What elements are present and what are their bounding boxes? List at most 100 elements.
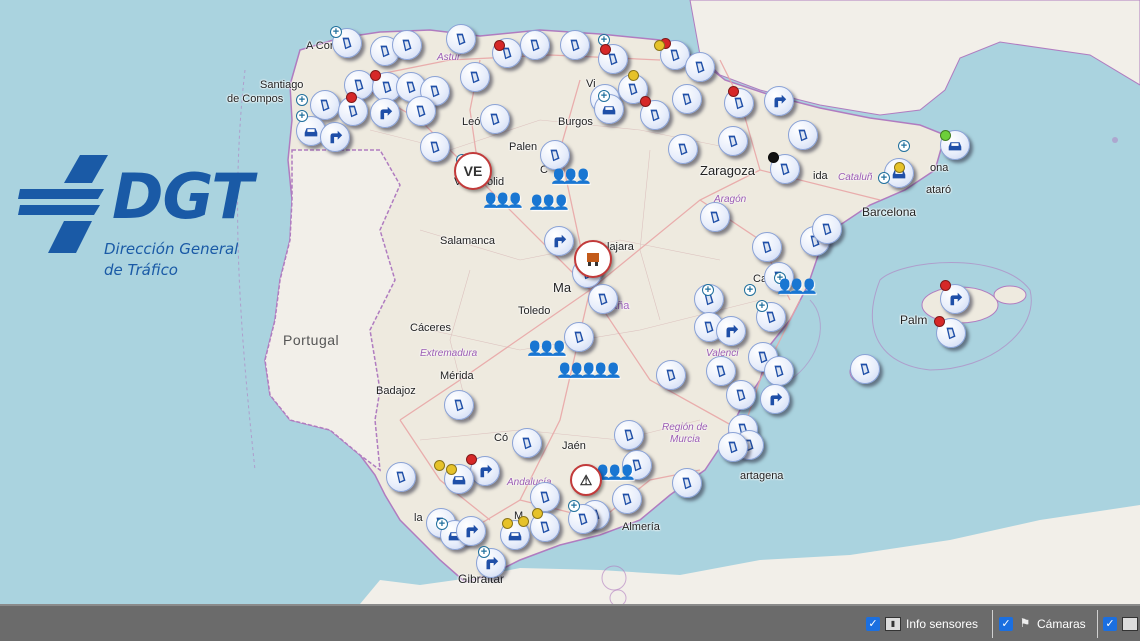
- country-label-portugal: Portugal: [283, 332, 340, 348]
- camera-marker[interactable]: [406, 96, 436, 126]
- camera-marker[interactable]: [850, 354, 880, 384]
- logo-subtitle-line1: Dirección General: [104, 240, 239, 258]
- medical-cross-icon: +: [330, 26, 342, 38]
- medical-cross-icon: +: [702, 284, 714, 296]
- status-pin[interactable]: [934, 316, 945, 327]
- region-label: Murcia: [670, 434, 701, 445]
- route-marker[interactable]: [544, 226, 574, 256]
- checkbox-icon[interactable]: ✓: [999, 617, 1013, 631]
- camera-marker[interactable]: [560, 30, 590, 60]
- camera-marker[interactable]: [672, 468, 702, 498]
- camera-marker[interactable]: [460, 62, 490, 92]
- camera-marker[interactable]: [706, 356, 736, 386]
- checkbox-icon[interactable]: ✓: [866, 617, 880, 631]
- people-cluster-icon[interactable]: 👤👤👤: [482, 192, 524, 209]
- camera-marker[interactable]: [668, 134, 698, 164]
- camera-marker[interactable]: [420, 132, 450, 162]
- people-cluster-icon[interactable]: 👤👤👤: [528, 194, 570, 211]
- status-pin[interactable]: [532, 508, 543, 519]
- roadworks-ring-marker[interactable]: [574, 240, 612, 278]
- status-pin[interactable]: [446, 464, 457, 475]
- medical-cross-icon: +: [296, 94, 308, 106]
- status-pin[interactable]: [628, 70, 639, 81]
- medical-cross-icon: +: [898, 140, 910, 152]
- camera-marker[interactable]: [512, 428, 542, 458]
- camera-marker[interactable]: [564, 322, 594, 352]
- separator: [1097, 610, 1098, 638]
- camera-marker[interactable]: [656, 360, 686, 390]
- camera-icon: ⚑: [1019, 616, 1031, 630]
- toggle-layer[interactable]: ✓: [1103, 614, 1140, 634]
- camera-marker[interactable]: [480, 104, 510, 134]
- status-pin[interactable]: [518, 516, 529, 527]
- toggle-label: Cámaras: [1037, 617, 1086, 631]
- route-marker[interactable]: [320, 122, 350, 152]
- bottom-toolbar: ✓ ▮ Info sensores ✓ ⚑ Cámaras ✓: [0, 604, 1140, 641]
- logo-subtitle-line2: de Tráfico: [104, 261, 178, 279]
- status-pin[interactable]: [434, 460, 445, 471]
- camera-marker[interactable]: [444, 390, 474, 420]
- layer-icon: [1122, 617, 1138, 631]
- medical-cross-icon: +: [478, 546, 490, 558]
- camera-marker[interactable]: [752, 232, 782, 262]
- medical-cross-icon: +: [568, 500, 580, 512]
- medical-cross-icon: +: [744, 284, 756, 296]
- status-pin[interactable]: [940, 280, 951, 291]
- camera-marker[interactable]: [718, 432, 748, 462]
- dgt-logo-text: DGT: [112, 160, 254, 233]
- camera-marker[interactable]: [392, 30, 422, 60]
- camera-marker[interactable]: [386, 462, 416, 492]
- camera-marker[interactable]: [612, 484, 642, 514]
- incident-ring-marker[interactable]: VE: [454, 152, 492, 190]
- region-label: Región de: [662, 422, 708, 433]
- toggle-label: Info sensores: [906, 617, 979, 631]
- camera-marker[interactable]: [685, 52, 715, 82]
- status-pin[interactable]: [894, 162, 905, 173]
- camera-marker[interactable]: [588, 284, 618, 314]
- status-pin[interactable]: [600, 44, 611, 55]
- route-marker[interactable]: [370, 98, 400, 128]
- camera-marker[interactable]: [812, 214, 842, 244]
- status-pin[interactable]: [940, 130, 951, 141]
- status-pin[interactable]: [640, 96, 651, 107]
- camera-marker[interactable]: [700, 202, 730, 232]
- people-cluster-icon[interactable]: 👤👤👤: [580, 362, 622, 379]
- medical-cross-icon: +: [598, 90, 610, 102]
- toggle-camaras[interactable]: ✓ ⚑ Cámaras: [999, 614, 1086, 634]
- camera-marker[interactable]: [764, 356, 794, 386]
- route-marker[interactable]: [760, 384, 790, 414]
- camera-marker[interactable]: [718, 126, 748, 156]
- camera-marker[interactable]: [520, 30, 550, 60]
- separator: [992, 610, 993, 638]
- people-cluster-icon[interactable]: 👤👤👤: [526, 340, 568, 357]
- region-label: Extremadura: [420, 348, 478, 359]
- camera-marker[interactable]: [540, 140, 570, 170]
- medical-cross-icon: +: [296, 110, 308, 122]
- camera-marker[interactable]: [446, 24, 476, 54]
- camera-marker[interactable]: [726, 380, 756, 410]
- status-pin[interactable]: [494, 40, 505, 51]
- route-marker[interactable]: [764, 86, 794, 116]
- status-pin[interactable]: [728, 86, 739, 97]
- camera-marker[interactable]: [672, 84, 702, 114]
- warning-ring-marker[interactable]: ⚠: [570, 464, 602, 496]
- medical-cross-icon: +: [756, 300, 768, 312]
- people-cluster-icon[interactable]: 👤👤👤: [550, 168, 592, 185]
- route-marker[interactable]: [716, 316, 746, 346]
- checkbox-icon[interactable]: ✓: [1103, 617, 1117, 631]
- toggle-info-sensores[interactable]: ✓ ▮ Info sensores: [866, 614, 978, 634]
- medical-cross-icon: +: [878, 172, 890, 184]
- status-pin[interactable]: [466, 454, 477, 465]
- status-pin[interactable]: [502, 518, 513, 529]
- status-pin[interactable]: [768, 152, 779, 163]
- medical-cross-icon: +: [436, 518, 448, 530]
- camera-marker[interactable]: [614, 420, 644, 450]
- map-app: Portugal España A Coru Santiago de Compo…: [0, 0, 1140, 641]
- camera-marker[interactable]: [788, 120, 818, 150]
- status-pin[interactable]: [346, 92, 357, 103]
- status-pin[interactable]: [654, 40, 665, 51]
- route-marker[interactable]: [456, 516, 486, 546]
- status-pin[interactable]: [370, 70, 381, 81]
- region-label: Cataluñ: [838, 172, 873, 183]
- people-cluster-icon[interactable]: 👤👤👤: [776, 278, 818, 295]
